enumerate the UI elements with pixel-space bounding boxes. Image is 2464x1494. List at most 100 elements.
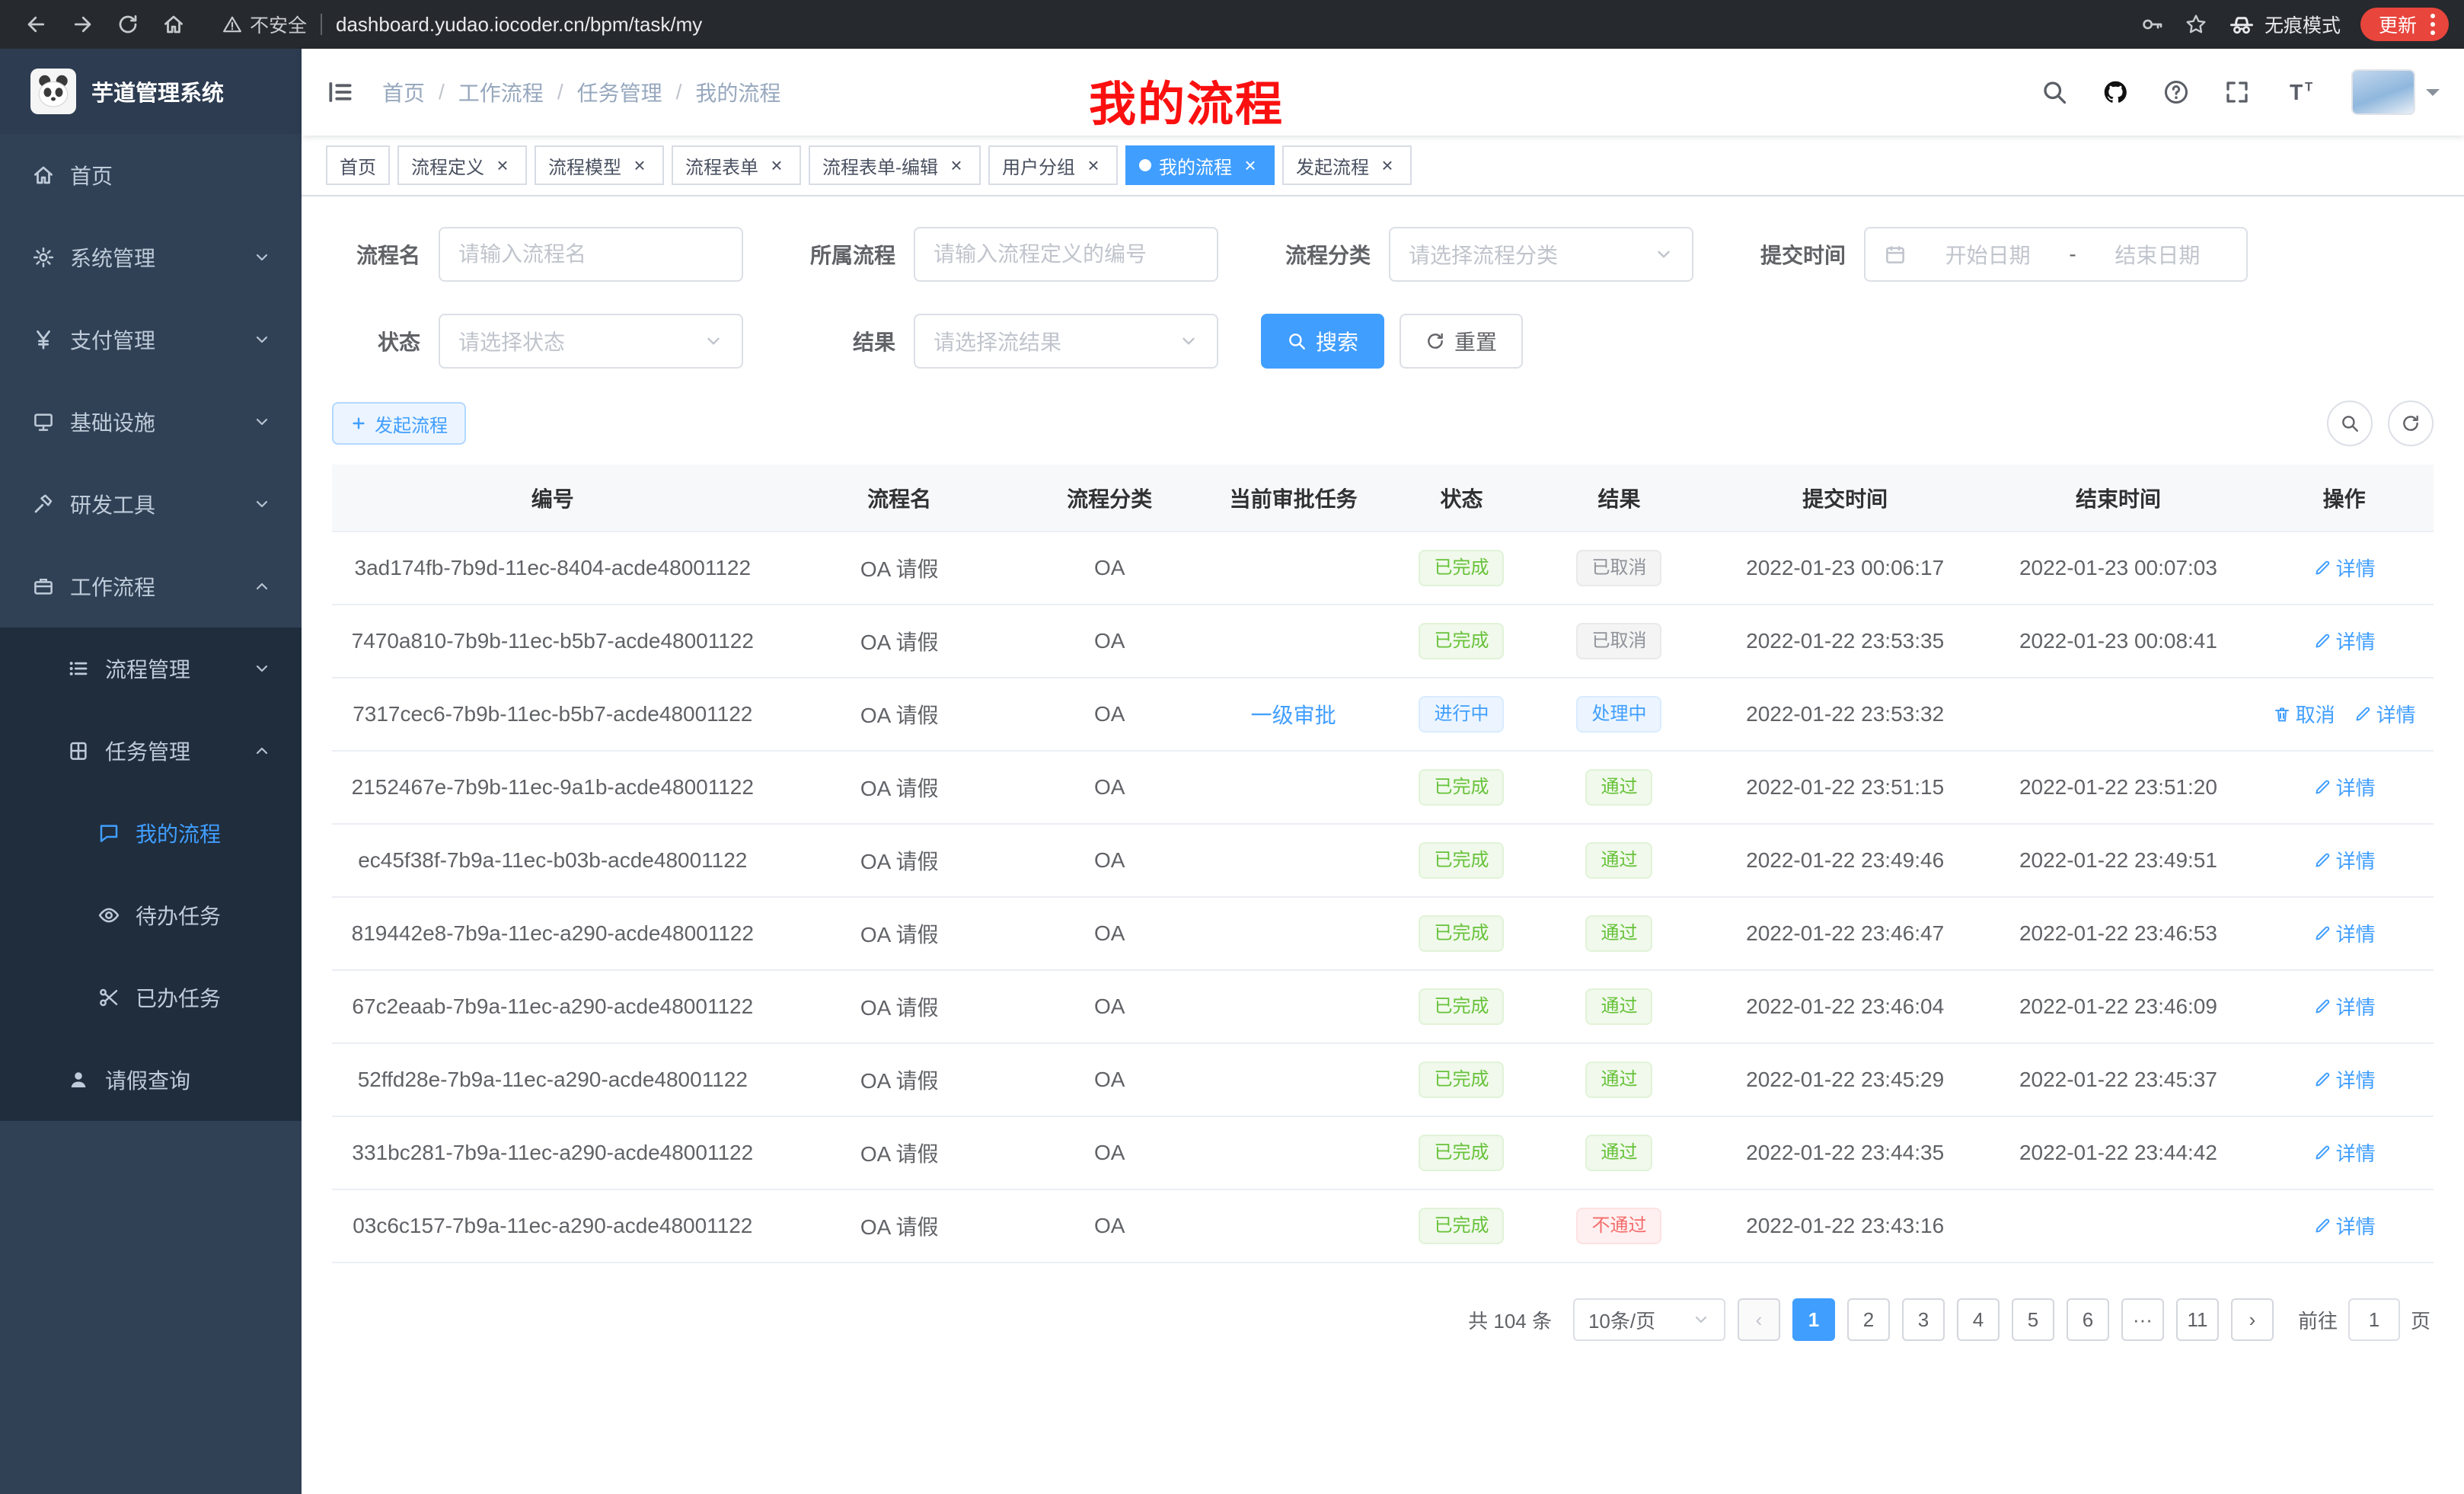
sidebar-item-done-task[interactable]: 已办任务 [0,956,302,1039]
cell-result: 通过 [1530,1043,1709,1116]
detail-button[interactable]: 详情 [2313,1065,2376,1093]
start-process-button[interactable]: 发起流程 [332,402,466,445]
sidebar-item-process-mgmt[interactable]: 流程管理 [0,627,302,710]
cell-category: OA [1026,1116,1194,1189]
cell-actions: 详情 [2255,970,2434,1043]
sidebar-item-task-mgmt[interactable]: 任务管理 [0,710,302,792]
browser-forward-button[interactable] [61,5,104,44]
detail-button[interactable]: 详情 [2313,1138,2376,1167]
sidebar-item-todo-task[interactable]: 待办任务 [0,874,302,956]
submit-time-daterange[interactable]: 开始日期 - 结束日期 [1864,227,2248,282]
user-menu[interactable] [2351,69,2440,115]
cell-end-time [1982,1189,2255,1263]
page-button-4[interactable]: 4 [1957,1298,2000,1341]
page-size-select[interactable]: 10条/页 [1573,1298,1725,1341]
process-definition-input[interactable] [914,227,1218,282]
page-button-11[interactable]: 11 [2176,1298,2219,1341]
chevron-down-icon [1654,244,1674,264]
refresh-icon [2401,413,2421,433]
password-key-icon[interactable] [2140,12,2164,37]
github-icon[interactable] [2102,78,2129,106]
fullscreen-icon[interactable] [2223,78,2251,106]
browser-back-button[interactable] [15,5,58,44]
page-button-2[interactable]: 2 [1847,1298,1890,1341]
user-icon [67,1068,90,1091]
prev-page-button[interactable]: ‹ [1738,1298,1780,1341]
tab-process-form[interactable]: 流程表单× [672,145,801,185]
detail-button[interactable]: 详情 [2354,700,2416,728]
cancel-button[interactable]: 取消 [2273,700,2335,728]
bookmark-star-icon[interactable] [2184,12,2208,37]
page-button-3[interactable]: 3 [1902,1298,1945,1341]
detail-button[interactable]: 详情 [2313,992,2376,1020]
sidebar-item-payment-mgmt[interactable]: 支付管理 [0,298,302,381]
breadcrumb-task-mgmt[interactable]: 任务管理 [577,77,662,107]
detail-button[interactable]: 详情 [2313,773,2376,801]
tab-user-group[interactable]: 用户分组× [988,145,1118,185]
cell-category: OA [1026,605,1194,678]
address-bar[interactable]: 不安全 dashboard.yudao.iocoder.cn/bpm/task/… [222,11,2137,38]
status-select[interactable]: 请选择状态 [439,314,743,369]
security-warning[interactable]: 不安全 [222,11,307,38]
detail-button[interactable]: 详情 [2313,554,2376,582]
tab-close-icon[interactable]: × [1083,155,1104,176]
tab-close-icon[interactable]: × [946,155,967,176]
browser-reload-button[interactable] [107,5,149,44]
page-button-5[interactable]: 5 [2012,1298,2054,1341]
table-search-toggle-button[interactable] [2327,401,2373,446]
detail-button[interactable]: 详情 [2313,627,2376,655]
goto-page-input[interactable] [2348,1298,2400,1341]
tab-home[interactable]: 首页 [326,145,390,185]
detail-button[interactable]: 详情 [2313,846,2376,874]
main-area: 首页 / 工作流程 / 任务管理 / 我的流程 [302,49,2464,1494]
reset-button[interactable]: 重置 [1400,314,1523,369]
result-select[interactable]: 请选择流结果 [914,314,1218,369]
navbar-right-icons [2041,69,2464,115]
tab-close-icon[interactable]: × [629,155,650,176]
sidebar-menu: 首页系统管理支付管理基础设施研发工具工作流程流程管理任务管理我的流程待办任务已办… [0,134,302,1121]
page-ellipsis[interactable]: ··· [2121,1298,2164,1341]
tab-close-icon[interactable]: × [1377,155,1398,176]
process-name-input[interactable] [439,227,743,282]
sidebar-item-workflow[interactable]: 工作流程 [0,545,302,627]
font-size-icon[interactable] [2284,77,2318,107]
current-task-link[interactable]: 一级审批 [1251,704,1336,727]
tab-process-form-edit[interactable]: 流程表单-编辑× [809,145,981,185]
header-search-icon[interactable] [2041,78,2068,106]
browser-home-button[interactable] [152,5,195,44]
detail-button[interactable]: 详情 [2313,1211,2376,1240]
process-category-select[interactable]: 请选择流程分类 [1389,227,1693,282]
logo-row[interactable]: 芋道管理系统 [0,49,302,134]
delete-icon [2273,705,2291,723]
breadcrumb-workflow[interactable]: 工作流程 [458,77,544,107]
next-page-button[interactable]: › [2231,1298,2274,1341]
result-tag: 已取消 [1576,550,1661,586]
page-button-1[interactable]: 1 [1792,1298,1835,1341]
search-button[interactable]: 搜索 [1261,314,1384,369]
sidebar-item-infrastructure[interactable]: 基础设施 [0,381,302,463]
tab-close-icon[interactable]: × [766,155,787,176]
tab-start-process[interactable]: 发起流程× [1282,145,1412,185]
sidebar-item-home[interactable]: 首页 [0,134,302,216]
end-date-placeholder[interactable]: 结束日期 [2087,239,2228,270]
tab-my-process[interactable]: 我的流程× [1125,145,1275,185]
chevron-down-icon [704,331,723,351]
sidebar-toggle-button[interactable] [302,49,379,136]
tab-close-icon[interactable]: × [492,155,513,176]
update-button[interactable]: 更新 [2360,8,2449,41]
detail-button[interactable]: 详情 [2313,919,2376,947]
tab-process-definition[interactable]: 流程定义× [397,145,527,185]
avatar[interactable] [2351,69,2415,115]
sidebar-item-my-process[interactable]: 我的流程 [0,792,302,874]
sidebar-item-dev-tools[interactable]: 研发工具 [0,463,302,545]
table-refresh-button[interactable] [2388,401,2434,446]
help-icon[interactable] [2162,78,2190,106]
sidebar-item-leave-query[interactable]: 请假查询 [0,1039,302,1121]
sidebar-item-system-mgmt[interactable]: 系统管理 [0,216,302,298]
breadcrumb-home[interactable]: 首页 [382,77,425,107]
tab-process-model[interactable]: 流程模型× [535,145,664,185]
page-button-6[interactable]: 6 [2067,1298,2109,1341]
start-date-placeholder[interactable]: 开始日期 [1917,239,2058,270]
browser-menu-icon[interactable] [2427,14,2438,35]
tab-close-icon[interactable]: × [1240,155,1261,176]
